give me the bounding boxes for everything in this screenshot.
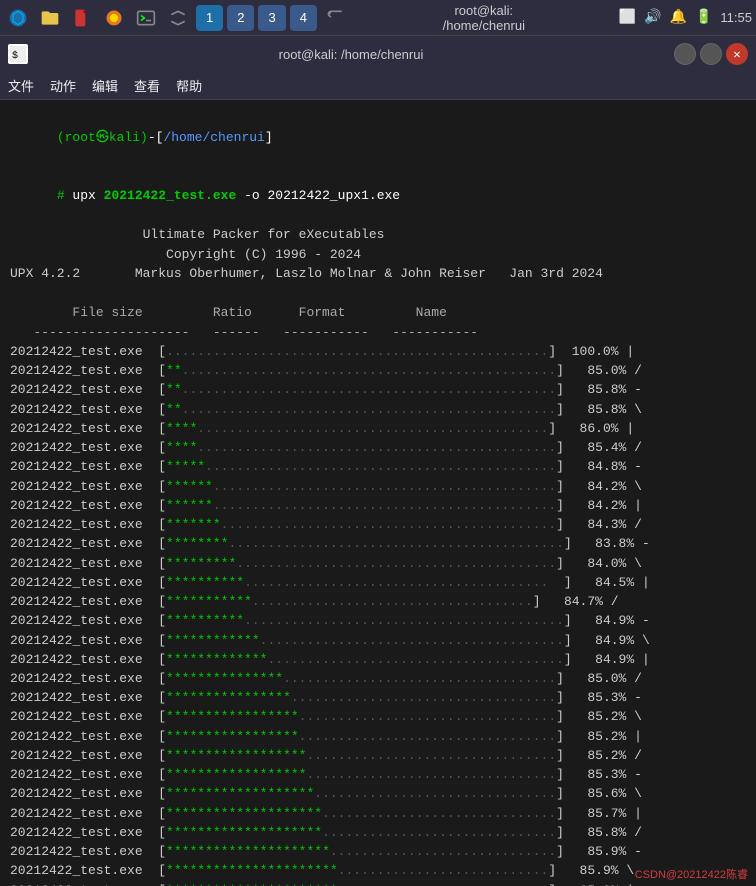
prompt-line-2: # upx 20212422_test.exe -o 20212422_upx1… — [10, 167, 746, 226]
table-row: 20212422_test.exe [*****................… — [10, 457, 746, 476]
taskbar: 1 2 3 4 root@kali: /home/chenrui ⬜ 🔊 🔔 🔋… — [0, 0, 756, 36]
titlebar-icon: $ — [8, 44, 28, 64]
table-row: 20212422_test.exe [********.............… — [10, 534, 746, 553]
terminal-content: (root㉿kali)-[/home/chenrui] # upx 202124… — [0, 100, 756, 886]
prompt-hash: # — [57, 188, 73, 203]
browser-icon — [100, 4, 128, 32]
arrow-icon — [164, 4, 192, 32]
table-row: 20212422_test.exe [**********...........… — [10, 611, 746, 630]
table-row: 20212422_test.exe [*********************… — [10, 842, 746, 861]
col-header: File size Ratio Format Name — [10, 303, 746, 323]
watermark: CSDN@20212422陈睿 — [635, 866, 748, 882]
workspace-3-button[interactable]: 3 — [258, 5, 285, 31]
table-row: 20212422_test.exe [*****************....… — [10, 727, 746, 746]
taskbar-title: root@kali: /home/chenrui — [442, 3, 527, 33]
workspace-4-button[interactable]: 4 — [290, 5, 317, 31]
upx-blank — [10, 284, 746, 304]
upx-header-3: UPX 4.2.2 Markus Oberhumer, Laszlo Molna… — [10, 264, 746, 284]
table-row: 20212422_test.exe [*******..............… — [10, 515, 746, 534]
table-row: 20212422_test.exe [***************......… — [10, 669, 746, 688]
col-underline: -------------------- ------ ----------- … — [10, 323, 746, 343]
speaker-icon: 🔊 — [644, 9, 661, 26]
clock: 11:55 — [720, 10, 752, 25]
titlebar: $ root@kali: /home/chenrui ✕ — [0, 36, 756, 72]
folder-icon — [36, 4, 64, 32]
table-row: 20212422_test.exe [******************...… — [10, 765, 746, 784]
monitor-icon: ⬜ — [619, 9, 636, 26]
table-row: 20212422_test.exe [****************.....… — [10, 688, 746, 707]
minimize-button[interactable] — [674, 43, 696, 65]
table-row: 20212422_test.exe [*************........… — [10, 650, 746, 669]
table-row: 20212422_test.exe [***********..........… — [10, 592, 746, 611]
table-row: 20212422_test.exe [**...................… — [10, 380, 746, 399]
menubar: 文件 动作 编辑 查看 帮助 — [0, 72, 756, 100]
upx-header-1: Ultimate Packer for eXecutables — [10, 225, 746, 245]
workspace-2-button[interactable]: 2 — [227, 5, 254, 31]
terminal-window: $ root@kali: /home/chenrui ✕ 文件 动作 编辑 查看… — [0, 36, 756, 886]
table-row: 20212422_test.exe [*********............… — [10, 554, 746, 573]
table-row: 20212422_test.exe [*******************..… — [10, 784, 746, 803]
table-row: 20212422_test.exe [****.................… — [10, 438, 746, 457]
file-icon — [68, 4, 96, 32]
table-row: 20212422_test.exe [******...............… — [10, 477, 746, 496]
table-row: 20212422_test.exe [********************.… — [10, 823, 746, 842]
table-row: 20212422_test.exe [****.................… — [10, 419, 746, 438]
table-row: 20212422_test.exe [**********...........… — [10, 573, 746, 592]
prompt-user: (root㉿kali) — [57, 130, 148, 145]
battery-icon: 🔋 — [695, 9, 712, 26]
table-row: 20212422_test.exe [**...................… — [10, 361, 746, 380]
cmd-arg: 20212422_test.exe — [104, 188, 237, 203]
table-row: 20212422_test.exe [************.........… — [10, 631, 746, 650]
svg-text:$: $ — [12, 50, 18, 62]
table-row: 20212422_test.exe [*****************....… — [10, 707, 746, 726]
menu-edit[interactable]: 编辑 — [92, 76, 118, 95]
table-row: 20212422_test.exe [******...............… — [10, 496, 746, 515]
maximize-button[interactable] — [700, 43, 722, 65]
window-title: root@kali: /home/chenrui — [34, 47, 668, 62]
menu-help[interactable]: 帮助 — [176, 76, 202, 95]
close-button[interactable]: ✕ — [726, 43, 748, 65]
menu-view[interactable]: 查看 — [134, 76, 160, 95]
undo-icon — [321, 4, 349, 32]
kali-icon — [4, 4, 32, 32]
menu-file[interactable]: 文件 — [8, 76, 34, 95]
table-row: 20212422_test.exe [******************...… — [10, 746, 746, 765]
data-rows: 20212422_test.exe [.....................… — [10, 342, 746, 886]
upx-header-2: Copyright (C) 1996 - 2024 — [10, 245, 746, 265]
table-row: 20212422_test.exe [**...................… — [10, 400, 746, 419]
workspace-1-button[interactable]: 1 — [196, 5, 223, 31]
table-row: 20212422_test.exe [.....................… — [10, 342, 746, 361]
terminal-icon — [132, 4, 160, 32]
prompt-line-1: (root㉿kali)-[/home/chenrui] — [10, 108, 746, 167]
table-row: 20212422_test.exe [********************.… — [10, 804, 746, 823]
menu-actions[interactable]: 动作 — [50, 76, 76, 95]
notification-icon: 🔔 — [670, 9, 687, 26]
